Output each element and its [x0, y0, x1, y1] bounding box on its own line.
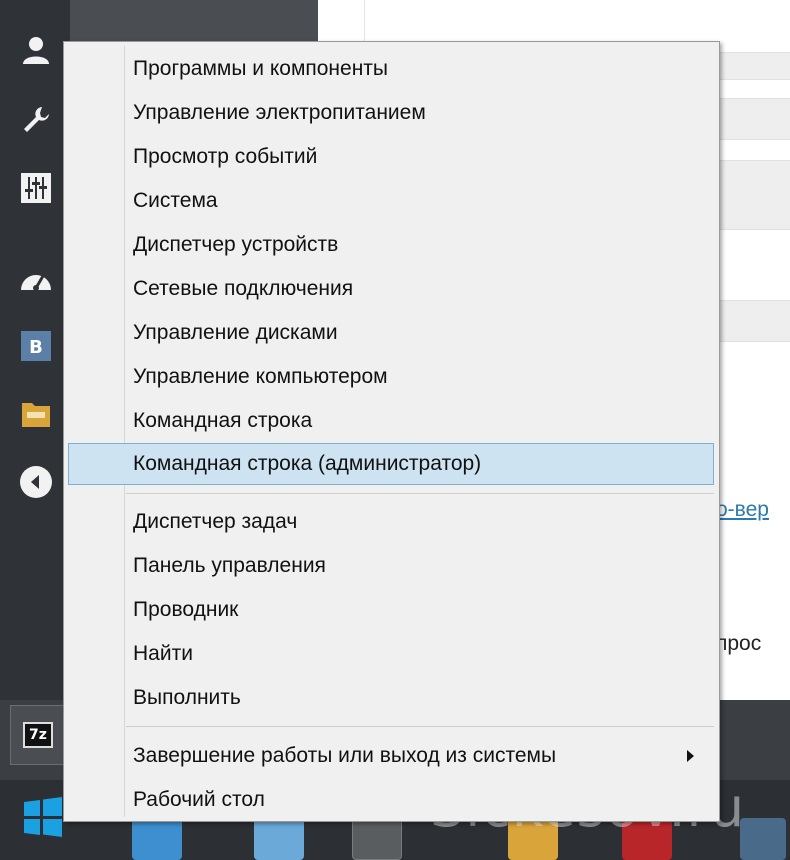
background-link[interactable]: о-вер [716, 498, 769, 522]
sliders-icon[interactable] [18, 170, 54, 206]
menu-separator [126, 493, 714, 494]
menu-item-device-manager[interactable]: Диспетчер устройств [68, 224, 714, 266]
user-icon[interactable] [18, 32, 54, 68]
background-strip [70, 0, 320, 45]
windows-logo-icon [24, 797, 62, 837]
menu-item-run[interactable]: Выполнить [68, 677, 714, 719]
gauge-icon[interactable] [18, 262, 54, 298]
taskbar-app-button[interactable] [740, 818, 786, 860]
menu-item-desktop[interactable]: Рабочий стол [68, 779, 714, 821]
menu-item-control-panel[interactable]: Панель управления [68, 545, 714, 587]
menu-separator [126, 726, 714, 727]
windows-start-button[interactable] [22, 796, 64, 838]
7zip-taskbar-button[interactable]: 7z [10, 705, 66, 765]
menu-item-disk-management[interactable]: Управление дисками [68, 312, 714, 354]
back-arrow-icon[interactable] [18, 464, 54, 500]
menu-item-command-prompt[interactable]: Командная строка [68, 400, 714, 442]
menu-item-network-connections[interactable]: Сетевые подключения [68, 268, 714, 310]
menu-item-programs-and-features[interactable]: Программы и компоненты [68, 48, 714, 90]
menu-item-file-explorer[interactable]: Проводник [68, 589, 714, 631]
menu-item-shut-down-or-sign-out[interactable]: Завершение работы или выход из системы [68, 735, 714, 777]
menu-item-event-viewer[interactable]: Просмотр событий [68, 136, 714, 178]
background-text: прос [716, 632, 762, 655]
side-panel: B [0, 0, 70, 700]
vk-icon[interactable]: B [18, 328, 54, 364]
taskbar-app-button[interactable] [254, 818, 304, 860]
menu-item-system[interactable]: Система [68, 180, 714, 222]
7zip-icon: 7z [23, 722, 53, 748]
submenu-arrow-icon [687, 750, 694, 762]
menu-item-computer-management[interactable]: Управление компьютером [68, 356, 714, 398]
menu-item-task-manager[interactable]: Диспетчер задач [68, 501, 714, 543]
svg-text:B: B [29, 337, 43, 358]
wrench-icon[interactable] [18, 102, 54, 138]
winx-context-menu: Программы и компоненты Управление электр… [63, 41, 720, 822]
taskbar-app-button[interactable] [132, 818, 182, 860]
folder-icon[interactable] [18, 396, 54, 432]
menu-item-command-prompt-admin[interactable]: Командная строка (администратор) [68, 443, 714, 485]
menu-item-search[interactable]: Найти [68, 633, 714, 675]
taskbar-app-button[interactable] [352, 818, 402, 860]
menu-item-power-options[interactable]: Управление электропитанием [68, 92, 714, 134]
